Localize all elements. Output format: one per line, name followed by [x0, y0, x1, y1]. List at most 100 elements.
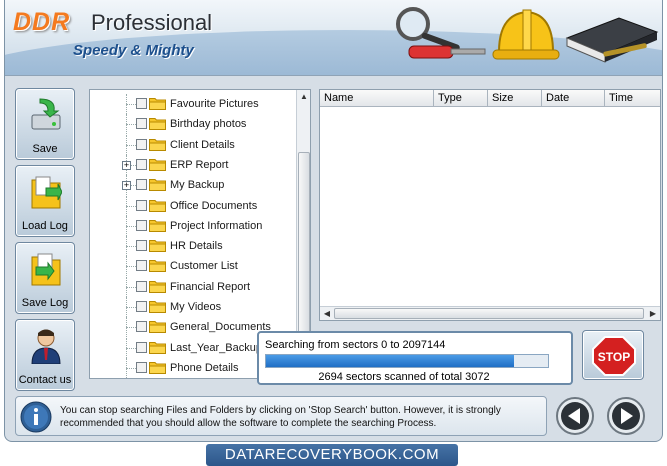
folder-icon — [149, 98, 166, 110]
folder-icon — [149, 199, 166, 212]
brand-logo: DDR — [13, 8, 71, 36]
tree-item-checkbox[interactable] — [136, 98, 147, 109]
header-banner: DDR Professional Speedy & Mighty — [5, 0, 662, 76]
folder-icon — [149, 179, 166, 192]
column-type[interactable]: Type — [434, 90, 488, 107]
folder-icon — [149, 260, 166, 273]
scroll-thumb[interactable] — [298, 152, 310, 352]
contact-us-button[interactable]: Contact us — [15, 319, 75, 391]
folder-icon — [149, 219, 166, 232]
save-log-button-label: Save Log — [21, 297, 69, 309]
tree-connector — [126, 286, 136, 288]
tree-item-checkbox[interactable] — [136, 341, 147, 353]
folder-save-icon — [31, 253, 61, 286]
progress-bar-fill — [266, 355, 515, 367]
column-name[interactable]: Name — [320, 90, 434, 107]
tree-item-label: Last_Year_Backup — [170, 341, 262, 354]
column-time[interactable]: Time — [605, 90, 660, 107]
tree-item[interactable]: Office Documents — [90, 195, 295, 216]
magnifier-tools-icon — [396, 7, 486, 59]
load-log-button[interactable]: Load Log — [15, 165, 75, 237]
tree-connector — [126, 367, 136, 369]
expand-icon[interactable]: + — [122, 181, 131, 191]
tree-connector — [126, 307, 136, 308]
tree-connector — [126, 266, 136, 268]
column-size[interactable]: Size — [488, 90, 542, 107]
search-range-text: Searching from sectors 0 to 2097144 — [265, 339, 446, 351]
scroll-up-icon[interactable]: ▲ — [298, 91, 310, 103]
tree-item-checkbox[interactable] — [136, 361, 147, 373]
file-list-horizontal-scrollbar[interactable]: ◀ ▶ — [320, 306, 660, 320]
tree-item-checkbox[interactable] — [136, 179, 147, 191]
tree-item-label: Favourite Pictures — [170, 98, 259, 110]
website-banner: DATARECOVERYBOOK.COM — [206, 444, 458, 466]
product-title: Professional — [91, 10, 213, 35]
tree-connector — [126, 124, 136, 126]
info-text: You can stop searching Files and Folders… — [60, 405, 501, 429]
tree-item-checkbox[interactable] — [136, 199, 147, 211]
tree-item-label: Phone Details — [170, 361, 239, 374]
tree-item-checkbox[interactable] — [136, 280, 147, 292]
tree-item-label: Financial Report — [170, 280, 251, 293]
hard-hat-icon — [492, 9, 560, 60]
folder-icon — [149, 118, 166, 131]
folder-icon — [149, 280, 166, 293]
tagline: Speedy & Mighty — [73, 42, 194, 59]
tree-item-label: My Backup — [170, 179, 225, 192]
tree-item-checkbox[interactable] — [136, 240, 147, 252]
save-log-button[interactable]: Save Log — [15, 242, 75, 314]
scroll-thumb[interactable] — [334, 308, 644, 319]
tree-connector — [126, 327, 136, 329]
contact-us-button-label: Contact us — [18, 374, 72, 386]
scroll-left-icon[interactable]: ◀ — [321, 308, 333, 320]
tree-connector — [126, 347, 136, 349]
tree-item-label: Office Documents — [170, 199, 258, 212]
progress-bar — [265, 354, 549, 368]
drive-save-icon — [31, 98, 61, 130]
tree-connector — [126, 144, 136, 146]
column-date[interactable]: Date — [542, 90, 605, 107]
next-button[interactable] — [604, 396, 648, 436]
scroll-right-icon[interactable]: ▶ — [647, 308, 659, 320]
tree-item[interactable]: Project Information — [90, 215, 295, 236]
stop-search-button[interactable]: STOP — [582, 330, 644, 380]
tree-item[interactable]: HR Details — [90, 236, 295, 257]
tree-item-label: Project Information — [170, 219, 263, 232]
tree-item-label: Client Details — [170, 138, 235, 151]
folder-icon — [149, 321, 166, 334]
stop-label: STOP — [598, 350, 630, 364]
folder-icon — [149, 240, 166, 253]
expand-icon[interactable]: + — [122, 160, 131, 170]
tree-item[interactable]: Birthday photos — [90, 114, 295, 135]
tree-item[interactable]: + My Backup — [90, 175, 295, 196]
tree-item[interactable]: Favourite Pictures — [90, 94, 295, 114]
file-list[interactable]: Name Type Size Date Time ◀ ▶ — [319, 89, 661, 321]
tree-item-checkbox[interactable] — [136, 219, 147, 231]
folder-icon — [149, 138, 166, 151]
back-button[interactable] — [553, 396, 597, 436]
tree-item[interactable]: Client Details — [90, 134, 295, 155]
tree-item-label: ERP Report — [170, 158, 229, 171]
tree-connector — [126, 104, 136, 105]
tree-item-label: Customer List — [170, 260, 238, 273]
tree-item[interactable]: Financial Report — [90, 276, 295, 297]
sectors-scanned-text: 2694 sectors scanned of total 3072 — [318, 371, 490, 383]
tree-item-checkbox[interactable] — [136, 138, 147, 150]
tree-item[interactable]: + ERP Report — [90, 154, 295, 175]
stop-sign-icon: STOP — [592, 336, 636, 376]
tree-item-checkbox[interactable] — [136, 260, 147, 272]
tree-item-checkbox[interactable] — [136, 158, 147, 170]
contact-person-icon — [31, 329, 61, 364]
tree-connector — [126, 246, 136, 248]
folder-icon — [149, 158, 166, 171]
save-button[interactable]: Save — [15, 88, 75, 160]
tree-item-checkbox[interactable] — [136, 301, 147, 312]
info-bar: You can stop searching Files and Folders… — [15, 396, 547, 436]
tree-item-label: General_Documents — [170, 321, 271, 334]
tree-item[interactable]: My Videos — [90, 297, 295, 317]
tree-item-checkbox[interactable] — [136, 118, 147, 130]
tree-item[interactable]: Customer List — [90, 256, 295, 277]
folder-icon — [149, 341, 166, 354]
tree-item-checkbox[interactable] — [136, 321, 147, 333]
folder-load-icon — [31, 176, 62, 209]
